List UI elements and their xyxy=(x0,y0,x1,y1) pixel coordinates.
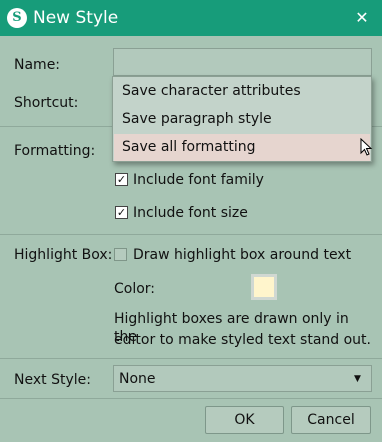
close-icon[interactable]: ✕ xyxy=(352,7,372,29)
next-style-select[interactable]: None ▼ xyxy=(113,365,372,392)
cancel-button[interactable]: Cancel xyxy=(291,406,371,434)
menu-item-save-character-attributes[interactable]: Save character attributes xyxy=(114,78,370,105)
include-font-size-label: Include font size xyxy=(133,205,248,221)
formatting-dropdown-menu: Save character attributes Save paragraph… xyxy=(112,76,372,162)
window-title: New Style xyxy=(33,8,119,28)
highlight-info-line-2: editor to make styled text stand out. xyxy=(114,332,371,348)
mouse-cursor-icon xyxy=(360,138,373,156)
draw-highlight-checkbox[interactable] xyxy=(114,248,127,261)
color-label: Color: xyxy=(114,281,156,297)
draw-highlight-label: Draw highlight box around text xyxy=(133,247,352,263)
divider xyxy=(0,398,382,399)
checkmark-icon: ✓ xyxy=(116,173,127,186)
chevron-down-icon: ▼ xyxy=(354,374,361,384)
include-font-size-checkbox[interactable]: ✓ xyxy=(115,206,128,219)
formatting-label: Formatting: xyxy=(14,143,96,159)
app-logo-icon: S xyxy=(7,8,27,28)
name-label: Name: xyxy=(14,57,61,73)
include-font-family-checkbox[interactable]: ✓ xyxy=(115,173,128,186)
menu-item-save-paragraph-style[interactable]: Save paragraph style xyxy=(114,106,370,133)
next-style-label: Next Style: xyxy=(14,372,91,388)
shortcut-label: Shortcut: xyxy=(14,95,79,111)
color-swatch[interactable] xyxy=(251,274,277,300)
checkmark-icon: ✓ xyxy=(116,206,127,219)
divider xyxy=(0,358,382,359)
name-input[interactable] xyxy=(113,48,372,76)
ok-button[interactable]: OK xyxy=(205,406,284,434)
divider xyxy=(0,234,382,235)
menu-item-save-all-formatting[interactable]: Save all formatting xyxy=(114,134,370,161)
include-font-family-label: Include font family xyxy=(133,172,264,188)
highlight-box-label: Highlight Box: xyxy=(14,247,113,263)
name-input-value xyxy=(114,54,120,70)
next-style-value: None xyxy=(119,371,156,387)
